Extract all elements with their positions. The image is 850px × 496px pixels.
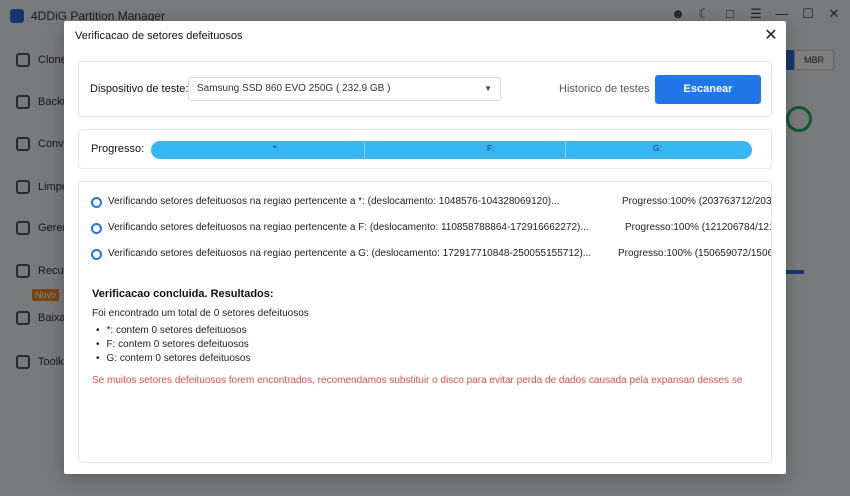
close-icon[interactable]: ✕ [762, 27, 780, 45]
scan-row-text: Verificando setores defeituosos na regia… [108, 222, 589, 233]
scan-row-progress: Progresso:100% (121206784/12120 [625, 222, 772, 233]
segment-divider [565, 141, 566, 159]
device-card: Dispositivo de teste: Samsung SSD 860 EV… [78, 61, 772, 117]
device-selected-value: Samsung SSD 860 EVO 250G ( 232.9 GB ) [197, 83, 391, 94]
result-title: Verificacao concluida. Resultados: [92, 288, 274, 300]
progress-card: Progresso: *: F: G: [78, 129, 772, 169]
scan-row-text: Verificando setores defeituosos na regia… [108, 248, 592, 259]
results-card: Verificando setores defeituosos na regia… [78, 181, 772, 463]
scan-row-progress: Progresso:100% (150659072/15065 [618, 248, 772, 259]
progress-label: Progresso: [91, 143, 145, 155]
scan-row: Verificando setores defeituosos na regia… [91, 248, 772, 264]
test-history-link[interactable]: Historico de testes [559, 83, 649, 95]
result-item: *: contem 0 setores defeituosos [96, 325, 247, 336]
result-item: G: contem 0 setores defeituosos [96, 353, 251, 364]
scan-row-progress: Progresso:100% (203763712/20376 [622, 196, 772, 207]
scan-row: Verificando setores defeituosos na regia… [91, 222, 772, 238]
segment-divider [364, 141, 365, 159]
status-radio-icon [91, 197, 102, 208]
device-label: Dispositivo de teste: [90, 83, 189, 95]
segment-label: F: [487, 144, 495, 153]
bad-sector-dialog: Verificacao de setores defeituosos ✕ Dis… [64, 21, 786, 474]
progress-bar: *: F: G: [151, 141, 752, 159]
status-radio-icon [91, 249, 102, 260]
device-select[interactable]: Samsung SSD 860 EVO 250G ( 232.9 GB ) ▼ [188, 77, 501, 101]
result-summary: Foi encontrado um total de 0 setores def… [92, 308, 309, 319]
status-radio-icon [91, 223, 102, 234]
chevron-down-icon: ▼ [484, 84, 492, 93]
scan-button[interactable]: Escanear [655, 75, 761, 104]
warning-text: Se muitos setores defeituosos forem enco… [92, 375, 743, 386]
scan-row-text: Verificando setores defeituosos na regia… [108, 196, 560, 207]
scan-row: Verificando setores defeituosos na regia… [91, 196, 772, 212]
segment-label: *: [273, 144, 279, 153]
dialog-title: Verificacao de setores defeituosos [75, 30, 243, 42]
result-item: F: contem 0 setores defeituosos [96, 339, 249, 350]
segment-label: G: [653, 144, 662, 153]
